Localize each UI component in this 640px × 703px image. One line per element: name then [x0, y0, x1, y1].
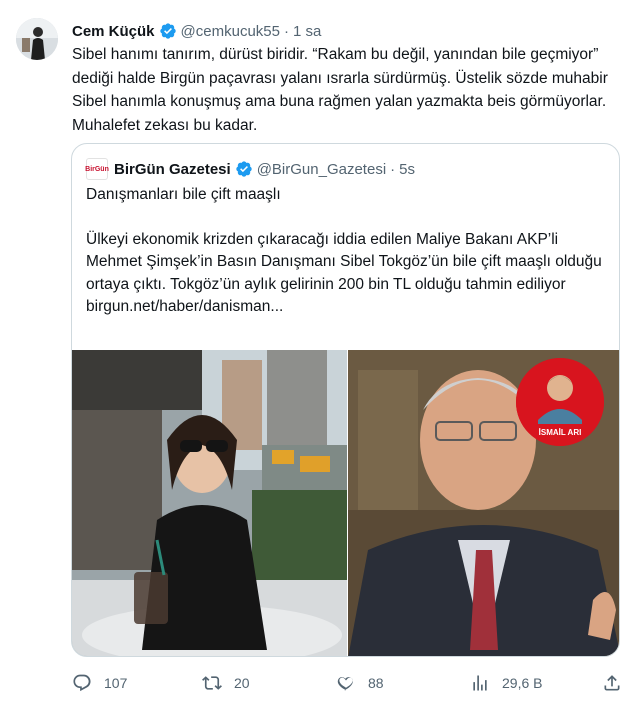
reply-button[interactable]: 107 — [72, 671, 127, 695]
tweet-actions: 107 20 88 29,6 B — [72, 671, 628, 695]
quoted-link[interactable]: birgun.net/haber/danisman... — [86, 296, 606, 319]
quoted-tweet-text: Danışmanları bile çift maaşlı Ülkeyi eko… — [86, 184, 606, 319]
avatar[interactable] — [16, 18, 58, 60]
tweet-text: Sibel hanımı tanırım, dürüst biridir. “R… — [72, 46, 608, 134]
views-button[interactable]: 29,6 B — [470, 671, 542, 695]
reply-count: 107 — [104, 675, 128, 691]
separator-dot: · — [390, 160, 396, 178]
heart-icon — [337, 677, 353, 691]
share-button[interactable] — [602, 671, 634, 695]
reporter-name-label: İSMAİL ARI — [538, 428, 582, 437]
retweet-button[interactable]: 20 — [202, 671, 250, 695]
quoted-tweet-header: BirGün BirGün Gazetesi @BirGun_Gazetesi … — [85, 158, 415, 180]
analytics-icon — [473, 675, 487, 691]
tweet[interactable]: Cem Küçük @cemkucuk55 · 1 sa Sibel hanım… — [0, 0, 640, 703]
verified-badge-icon[interactable] — [235, 160, 253, 178]
quoted-headline: Danışmanları bile çift maaşlı — [86, 186, 281, 203]
share-icon — [604, 675, 620, 691]
quoted-tweet[interactable]: BirGün BirGün Gazetesi @BirGun_Gazetesi … — [71, 143, 620, 657]
reporter-badge: İSMAİL ARI — [516, 358, 604, 446]
verified-badge-icon[interactable] — [159, 22, 177, 40]
timestamp[interactable]: 1 sa — [293, 23, 321, 40]
retweet-count: 20 — [234, 675, 250, 691]
media-photo-man[interactable]: İSMAİL ARI — [348, 350, 619, 656]
media-photo-woman[interactable] — [72, 350, 347, 656]
quoted-timestamp[interactable]: 5s — [399, 161, 415, 178]
author-handle[interactable]: @cemkucuk55 — [181, 23, 280, 40]
like-button[interactable]: 88 — [336, 671, 384, 695]
tweet-header: Cem Küçük @cemkucuk55 · 1 sa — [72, 22, 321, 40]
like-count: 88 — [368, 675, 384, 691]
retweet-icon — [202, 676, 222, 690]
quoted-media[interactable]: İSMAİL ARI — [72, 350, 619, 656]
quoted-avatar-logo[interactable]: BirGün — [85, 158, 109, 180]
author-name[interactable]: Cem Küçük — [72, 23, 155, 40]
quoted-body: Ülkeyi ekonomik krizden çıkaracağı iddia… — [86, 230, 602, 293]
quoted-author-name[interactable]: BirGün Gazetesi — [114, 161, 231, 178]
separator-dot: · — [283, 22, 289, 40]
quoted-author-handle[interactable]: @BirGun_Gazetesi — [257, 161, 386, 178]
reply-icon — [73, 674, 91, 692]
view-count: 29,6 B — [502, 675, 543, 691]
